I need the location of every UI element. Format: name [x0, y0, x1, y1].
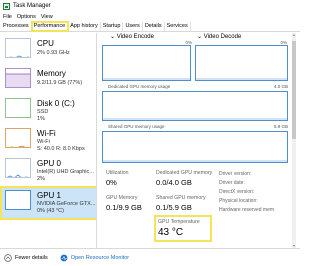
tab-details[interactable]: Details: [143, 22, 165, 31]
menu-bar: File Options View: [0, 12, 300, 21]
wifi-graph-thumbnail: [5, 128, 31, 148]
cpu-graph-thumbnail: [5, 38, 31, 58]
disk-graph-thumbnail: [5, 98, 31, 118]
resource-name: Disk 0 (C:): [37, 99, 75, 108]
video-decode-header[interactable]: ⌄ Video Decode: [197, 33, 241, 40]
driver-version-label: Driver version:: [219, 171, 252, 177]
shared-memory-max: 5.9 GB: [273, 124, 288, 129]
resource-name: GPU 0: [37, 159, 62, 168]
scrollbar-thumb[interactable]: [292, 41, 296, 139]
resource-usage: 1%: [37, 116, 45, 122]
scroll-up-arrow-icon[interactable]: ▲: [292, 33, 296, 37]
resource-name: Wi-Fi: [37, 129, 56, 138]
resource-detail: 9.2/11.9 GB (77%): [37, 80, 83, 86]
resource-detail: SSD: [37, 109, 49, 115]
dedicated-memory-label: Dedicated GPU memory usage: [108, 84, 171, 89]
resource-list: CPU 2% 0.93 GHz Memory 9.2/11.9 GB (77%)…: [0, 33, 97, 248]
video-decode-label: Video Decode: [203, 34, 242, 40]
resource-detail: 2% 0.93 GHz: [37, 50, 70, 56]
resource-item-cpu[interactable]: CPU 2% 0.93 GHz: [2, 36, 96, 66]
status-bar: Fewer details Open Resource Monitor: [0, 248, 300, 266]
menu-options[interactable]: Options: [17, 14, 36, 20]
gpu-memory-value: 0.1/9.9 GB: [106, 203, 142, 212]
resource-throughput: S: 40.0 R: 8.0 Kbps: [37, 146, 85, 152]
tab-services[interactable]: Services: [165, 22, 191, 31]
open-resource-monitor-label: Open Resource Monitor: [70, 254, 130, 261]
tab-processes[interactable]: Processes: [1, 22, 32, 31]
physical-location-label: Physical location:: [219, 198, 258, 204]
shared-gpu-memory-value: 0.1/5.9 GB: [156, 203, 192, 212]
resource-item-gpu1[interactable]: GPU 1 NVIDIA GeForce GTX... 0% (43 °C): [0, 186, 96, 220]
video-encode-header[interactable]: ⌄ Video Encode: [110, 33, 154, 40]
resource-monitor-icon: [60, 254, 68, 261]
dedicated-memory-max: 4.0 GB: [273, 84, 288, 89]
memory-graph-thumbnail: [5, 68, 31, 88]
driver-date-label: Driver date:: [219, 180, 245, 186]
resource-detail: Wi-Fi: [37, 139, 50, 145]
resource-detail: NVIDIA GeForce GTX...: [37, 201, 96, 207]
resource-item-disk[interactable]: Disk 0 (C:) SSD 1%: [2, 96, 96, 126]
fewer-details-label: Fewer details: [15, 254, 48, 261]
utilization-label: Utilization: [106, 170, 129, 176]
gpu-detail-panel: ⌄ Video Encode ⌄ Video Decode 0% 0% Dedi…: [100, 33, 296, 248]
menu-file[interactable]: File: [3, 14, 12, 20]
dedicated-memory-graph: [102, 91, 288, 121]
directx-version-label: DirectX version:: [219, 189, 255, 195]
tab-users[interactable]: Users: [123, 22, 143, 31]
fewer-details-button[interactable]: Fewer details: [4, 253, 48, 262]
resource-usage: 0% (43 °C): [37, 208, 64, 214]
tab-app-history[interactable]: App history: [68, 22, 101, 31]
shared-memory-graph: [102, 131, 288, 163]
tab-startup[interactable]: Startup: [101, 22, 124, 31]
open-resource-monitor-link[interactable]: Open Resource Monitor: [60, 254, 129, 262]
tab-bar: Processes Performance App history Startu…: [0, 21, 300, 32]
video-encode-graph: [102, 45, 191, 81]
resource-usage: 2%: [37, 176, 45, 182]
utilization-value: 0%: [106, 178, 117, 187]
tab-performance[interactable]: Performance: [30, 21, 70, 32]
gpu-temperature-value: 43 °C: [158, 227, 184, 238]
resource-name: Memory: [37, 69, 66, 78]
title-bar: Task Manager: [0, 0, 300, 12]
gpu1-graph-thumbnail: [5, 190, 31, 210]
gpu-temperature-label: GPU Temperature: [158, 219, 200, 225]
chevron-up-circle-icon: [4, 253, 12, 262]
shared-memory-label: Shared GPU memory usage: [108, 124, 165, 129]
video-decode-graph: [195, 45, 288, 81]
menu-view[interactable]: View: [41, 14, 53, 20]
resource-item-gpu0[interactable]: GPU 0 Intel(R) UHD Graphic... 2%: [2, 156, 96, 186]
shared-gpu-memory-label: Shared GPU memory: [156, 195, 206, 201]
video-encode-label: Video Encode: [116, 34, 154, 40]
resource-item-memory[interactable]: Memory 9.2/11.9 GB (77%): [2, 66, 96, 96]
hardware-reserved-memory-label: Hardware reserved mem: [219, 207, 275, 213]
gpu-info-list: Driver version: Driver date: DirectX ver…: [219, 171, 289, 231]
dedicated-gpu-memory-value: 0.0/4.0 GB: [156, 178, 192, 187]
vertical-scrollbar[interactable]: ▲ ▼: [292, 33, 296, 248]
window-title: Task Manager: [13, 3, 51, 9]
resource-name: GPU 1: [37, 191, 62, 200]
resource-item-wifi[interactable]: Wi-Fi Wi-Fi S: 40.0 R: 8.0 Kbps: [2, 126, 96, 156]
gpu-temperature-highlight: GPU Temperature 43 °C: [154, 215, 212, 242]
resource-name: CPU: [37, 39, 54, 48]
gpu0-graph-thumbnail: [5, 158, 31, 178]
dedicated-gpu-memory-label: Dedicated GPU memory: [156, 170, 213, 176]
gpu-memory-label: GPU Memory: [106, 195, 138, 201]
resource-detail: Intel(R) UHD Graphic...: [37, 169, 94, 175]
task-manager-icon: [3, 2, 10, 10]
